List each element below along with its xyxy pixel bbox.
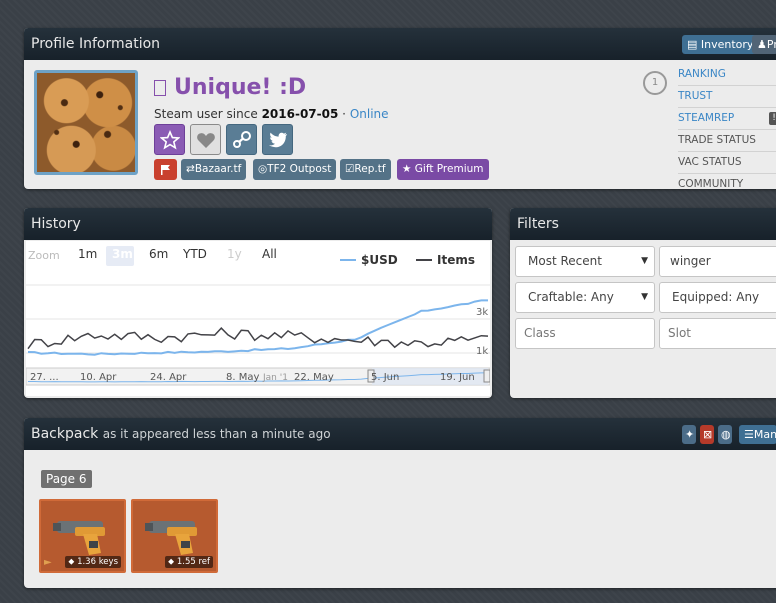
series-line-items[interactable] (27, 327, 489, 350)
crossed-box-icon: ⊠ (703, 428, 713, 441)
x-label: 27. ... (30, 372, 59, 383)
legend-usd[interactable]: $USD (361, 253, 398, 267)
stat-steamrep[interactable]: STEAMREP! (678, 108, 776, 130)
star-button[interactable] (154, 124, 185, 155)
steam-small-icon: ◍ (721, 428, 731, 441)
steam-since: Steam user since 2016-07-05 · Online (154, 107, 389, 121)
backpack-panel: Backpack as it appeared less than a minu… (24, 418, 776, 588)
x-label: 10. Apr (80, 372, 117, 383)
history-header: History (24, 208, 492, 240)
legend-items[interactable]: Items (437, 253, 475, 267)
stat-vac-status: VAC STATUS (678, 152, 776, 174)
briefcase-icon: ▤ (687, 38, 698, 51)
bazaar-link[interactable]: ⇄Bazaar.tf (181, 159, 247, 180)
profile-button[interactable]: ♟Pr (752, 35, 776, 54)
star-icon (159, 129, 180, 149)
twitter-icon (268, 132, 287, 147)
check-icon: ☑ (345, 163, 355, 175)
flag-icon (161, 165, 170, 175)
filters-header: Filters (510, 208, 776, 240)
backpack-item[interactable]: ► ⬥ 1.36 keys (39, 499, 126, 573)
outpost-link[interactable]: ◎TF2 Outpost (253, 159, 337, 180)
favorite-button[interactable] (190, 124, 221, 155)
tag-icon: ⬥ (168, 557, 175, 567)
zoom-3m[interactable]: 3m (112, 247, 133, 261)
x-label: Jan '1 (262, 373, 288, 383)
x-label: 8. May (226, 372, 259, 383)
navigator-handle-right[interactable] (483, 369, 491, 383)
heart-icon (196, 132, 215, 148)
profile-name: Unique! :D (154, 75, 306, 100)
caret-down-icon: ▼ (641, 292, 648, 302)
history-title: History (31, 216, 81, 232)
equipped-select[interactable]: Equipped: Any (659, 282, 776, 313)
sort-select[interactable]: Most Recent ▼ (515, 246, 655, 277)
avatar (34, 70, 138, 175)
y-label-3k: 3k (476, 307, 488, 318)
profile-panel: Profile Information ▤ Inventory ♟Pr Uniq… (24, 28, 776, 189)
zoom-1m[interactable]: 1m (78, 247, 97, 261)
x-label: 19. Jun (440, 372, 475, 383)
series-line-usd[interactable] (27, 299, 488, 356)
gift-premium-button[interactable]: ★ Gift Premium (397, 159, 489, 180)
manage-button[interactable]: ☰Man (739, 425, 776, 444)
stat-trust[interactable]: TRUST (678, 86, 776, 108)
zoom-6m[interactable]: 6m (149, 247, 168, 261)
steam-view-button[interactable]: ◍ (718, 425, 732, 444)
item-price: ⬥ 1.36 keys (65, 556, 121, 568)
item-price: ⬥ 1.55 ref (165, 556, 213, 568)
online-status: Online (349, 107, 389, 121)
x-label: 24. Apr (150, 372, 187, 383)
report-button[interactable] (154, 159, 177, 180)
inventory-button[interactable]: ▤ Inventory (682, 35, 759, 54)
tf2-logo-icon: ✦ (685, 428, 695, 441)
y-label-1k: 1k (476, 346, 488, 357)
tag-icon: ⬥ (68, 557, 75, 567)
x-label: 5. Jun (371, 372, 399, 383)
steamrep-badge-icon: ! (769, 112, 776, 125)
list-icon: ☰ (744, 428, 754, 441)
zoom-1y: 1y (227, 247, 242, 261)
exchange-icon: ⇄ (186, 163, 195, 175)
filters-title: Filters (517, 216, 559, 232)
x-label: 22. May (294, 372, 334, 383)
stat-community: COMMUNITY (678, 174, 776, 189)
steam-icon (232, 130, 251, 148)
outpost-icon: ◎ (258, 163, 268, 175)
hidden-items-button[interactable]: ⊠ (700, 425, 714, 444)
caret-down-icon: ▼ (641, 256, 648, 266)
stats-list: RANKING TRUST STEAMREP! TRADE STATUS VAC… (678, 64, 776, 189)
reptf-link[interactable]: ☑Rep.tf (340, 159, 391, 180)
craftable-select[interactable]: Craftable: Any ▼ (515, 282, 655, 313)
tf2-view-button[interactable]: ✦ (682, 425, 696, 444)
chart-svg: Zoom 1m 3m 6m YTD 1y All $USD Items 3k 1… (25, 246, 491, 386)
search-input[interactable]: winger (659, 246, 776, 277)
backpack-header: Backpack as it appeared less than a minu… (24, 418, 776, 450)
class-input[interactable]: Class (515, 318, 655, 349)
stat-trade-status: TRADE STATUS (678, 130, 776, 152)
zoom-label: Zoom (28, 249, 60, 262)
backpack-title: Backpack (31, 426, 99, 442)
backpack-subtitle: as it appeared less than a minute ago (102, 427, 331, 441)
filters-panel: Filters Most Recent ▼ winger Craftable: A… (510, 208, 776, 398)
history-panel: History Zoom 1m 3m 6m YTD 1y All $USD It… (24, 208, 492, 398)
quality-box-icon (154, 80, 166, 96)
profile-title: Profile Information (31, 36, 161, 52)
rank-badge: 1 (643, 71, 667, 95)
zoom-ytd[interactable]: YTD (182, 247, 207, 261)
stat-ranking[interactable]: RANKING (678, 64, 776, 86)
backpack-item[interactable]: ⬥ 1.55 ref (131, 499, 218, 573)
page-label: Page 6 (41, 470, 92, 488)
twitter-button[interactable] (262, 124, 293, 155)
history-chart: Zoom 1m 3m 6m YTD 1y All $USD Items 3k 1… (25, 241, 491, 396)
steam-button[interactable] (226, 124, 257, 155)
slot-input[interactable]: Slot (659, 318, 776, 349)
series-layer (27, 299, 489, 356)
zoom-all[interactable]: All (262, 247, 277, 261)
profile-header: Profile Information ▤ Inventory ♟Pr (24, 28, 776, 60)
star-small-icon: ★ (402, 163, 412, 175)
user-icon: ♟ (757, 38, 767, 51)
strange-arrow-icon: ► (44, 557, 52, 568)
